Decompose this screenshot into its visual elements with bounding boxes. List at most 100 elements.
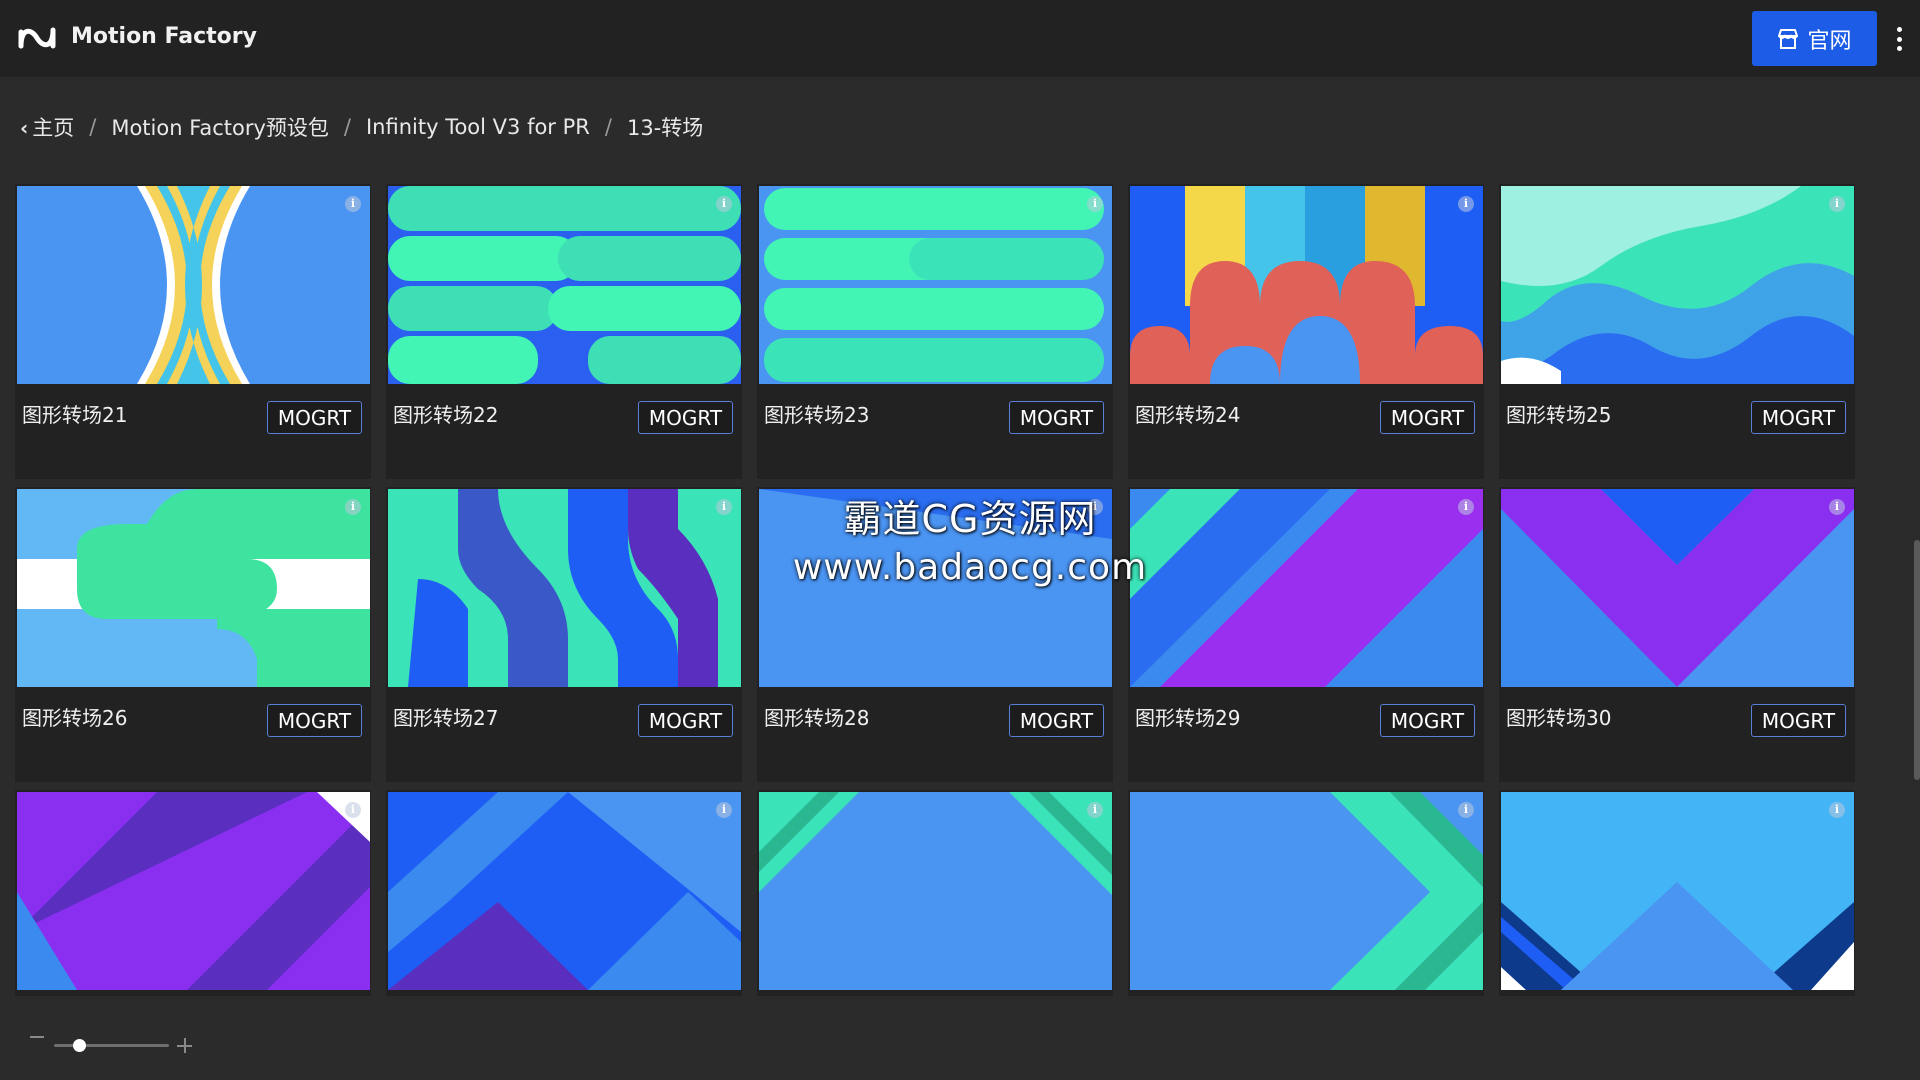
thumbnail-art: [388, 186, 741, 384]
thumbnail-art: [1501, 792, 1854, 990]
preset-thumbnail[interactable]: [1501, 792, 1854, 990]
thumbnail-art: [388, 489, 741, 687]
preset-title: 图形转场28: [764, 706, 870, 730]
thumbnail-art: [1130, 186, 1483, 384]
info-icon[interactable]: i: [345, 499, 361, 515]
preset-title: 图形转场29: [1135, 706, 1241, 730]
thumbnail-art: [17, 186, 370, 384]
preset-card[interactable]: i 图形转场30 MOGRT: [1499, 487, 1855, 782]
breadcrumb-separator: /: [343, 115, 351, 139]
thumbnail-art: [1501, 186, 1854, 384]
info-icon[interactable]: i: [716, 499, 732, 515]
mogrt-badge-button[interactable]: MOGRT: [1751, 401, 1846, 434]
preset-title: 图形转场21: [22, 403, 128, 427]
preset-thumbnail[interactable]: [759, 489, 1112, 687]
thumbnail-art: [388, 792, 741, 990]
zoom-out-icon[interactable]: [30, 1036, 44, 1038]
preset-thumbnail[interactable]: [1501, 186, 1854, 384]
preset-thumbnail[interactable]: [1130, 186, 1483, 384]
zoom-slider-track[interactable]: [54, 1044, 169, 1047]
breadcrumb-item-tool[interactable]: Infinity Tool V3 for PR: [366, 115, 590, 139]
bottom-bar: [0, 996, 1920, 1080]
info-icon[interactable]: i: [345, 802, 361, 818]
preset-card[interactable]: i 图形转场25 MOGRT: [1499, 184, 1855, 479]
info-icon[interactable]: i: [1458, 196, 1474, 212]
preset-thumbnail[interactable]: [17, 489, 370, 687]
mogrt-badge-button[interactable]: MOGRT: [638, 401, 733, 434]
preset-card[interactable]: i 图形转场23 MOGRT: [757, 184, 1113, 479]
info-icon[interactable]: i: [1087, 802, 1103, 818]
preset-card[interactable]: i 图形转场26 MOGRT: [15, 487, 371, 782]
info-icon[interactable]: i: [1458, 802, 1474, 818]
thumbnail-art: [759, 186, 1112, 384]
preset-title: 图形转场25: [1506, 403, 1612, 427]
preset-title: 图形转场27: [393, 706, 499, 730]
mogrt-badge-button[interactable]: MOGRT: [1380, 704, 1475, 737]
thumbnail-art: [759, 792, 1112, 990]
preset-thumbnail[interactable]: [1501, 489, 1854, 687]
thumbnail-art: [759, 489, 1112, 687]
preset-thumbnail[interactable]: [388, 186, 741, 384]
info-icon[interactable]: i: [716, 802, 732, 818]
vertical-scrollbar[interactable]: [1914, 540, 1920, 780]
mogrt-badge-button[interactable]: MOGRT: [1380, 401, 1475, 434]
preset-thumbnail[interactable]: [17, 186, 370, 384]
zoom-in-icon[interactable]: [177, 1038, 192, 1053]
mogrt-badge-button[interactable]: MOGRT: [638, 704, 733, 737]
preset-thumbnail[interactable]: [388, 489, 741, 687]
preset-card[interactable]: i 图形转场27 MOGRT: [386, 487, 742, 782]
info-icon[interactable]: i: [1458, 499, 1474, 515]
info-icon[interactable]: i: [1087, 499, 1103, 515]
mogrt-badge-button[interactable]: MOGRT: [267, 704, 362, 737]
preset-card[interactable]: i 图形转场24 MOGRT: [1128, 184, 1484, 479]
store-icon: [1778, 28, 1799, 49]
preset-title: 图形转场23: [764, 403, 870, 427]
mogrt-badge-button[interactable]: MOGRT: [267, 401, 362, 434]
thumbnail-art: [1130, 792, 1483, 990]
preset-card[interactable]: i: [386, 790, 742, 996]
preset-thumbnail[interactable]: [759, 792, 1112, 990]
preset-title: 图形转场26: [22, 706, 128, 730]
breadcrumb-item-pack[interactable]: Motion Factory预设包: [111, 112, 329, 142]
mogrt-badge-button[interactable]: MOGRT: [1009, 704, 1104, 737]
thumbnail-art: [1130, 489, 1483, 687]
mogrt-badge-button[interactable]: MOGRT: [1751, 704, 1846, 737]
info-icon[interactable]: i: [1829, 499, 1845, 515]
preset-card[interactable]: i 图形转场22 MOGRT: [386, 184, 742, 479]
breadcrumb-home[interactable]: ‹ 主页: [20, 112, 74, 142]
more-vertical-icon[interactable]: [1890, 24, 1908, 54]
chevron-left-icon: ‹: [20, 116, 29, 140]
preset-thumbnail[interactable]: [759, 186, 1112, 384]
app-title: Motion Factory: [71, 24, 257, 49]
thumbnail-art: [1501, 489, 1854, 687]
preset-thumbnail[interactable]: [388, 792, 741, 990]
thumbnail-art: [17, 792, 370, 990]
breadcrumb-separator: /: [89, 115, 97, 139]
preset-card[interactable]: i 图形转场21 MOGRT: [15, 184, 371, 479]
official-site-button[interactable]: 官网: [1752, 11, 1877, 66]
preset-thumbnail[interactable]: [1130, 489, 1483, 687]
preset-title: 图形转场22: [393, 403, 499, 427]
mogrt-badge-button[interactable]: MOGRT: [1009, 401, 1104, 434]
breadcrumb-item-current[interactable]: 13-转场: [627, 112, 703, 142]
preset-card[interactable]: i 图形转场28 MOGRT: [757, 487, 1113, 782]
preset-card[interactable]: i: [757, 790, 1113, 996]
official-site-label: 官网: [1807, 28, 1852, 54]
preset-title: 图形转场30: [1506, 706, 1612, 730]
preset-thumbnail[interactable]: [17, 792, 370, 990]
motion-factory-logo-icon[interactable]: [17, 22, 57, 54]
breadcrumb-separator: /: [604, 115, 612, 139]
top-bar: Motion Factory 官网: [0, 0, 1920, 77]
preset-card[interactable]: i 图形转场29 MOGRT: [1128, 487, 1484, 782]
preset-card[interactable]: i: [1128, 790, 1484, 996]
preset-thumbnail[interactable]: [1130, 792, 1483, 990]
info-icon[interactable]: i: [1087, 196, 1103, 212]
info-icon[interactable]: i: [1829, 196, 1845, 212]
preset-card[interactable]: i: [15, 790, 371, 996]
info-icon[interactable]: i: [345, 196, 361, 212]
info-icon[interactable]: i: [1829, 802, 1845, 818]
zoom-slider-thumb[interactable]: [73, 1039, 86, 1052]
breadcrumb: ‹ 主页 / Motion Factory预设包 / Infinity Tool …: [20, 112, 703, 142]
preset-card[interactable]: i: [1499, 790, 1855, 996]
info-icon[interactable]: i: [716, 196, 732, 212]
